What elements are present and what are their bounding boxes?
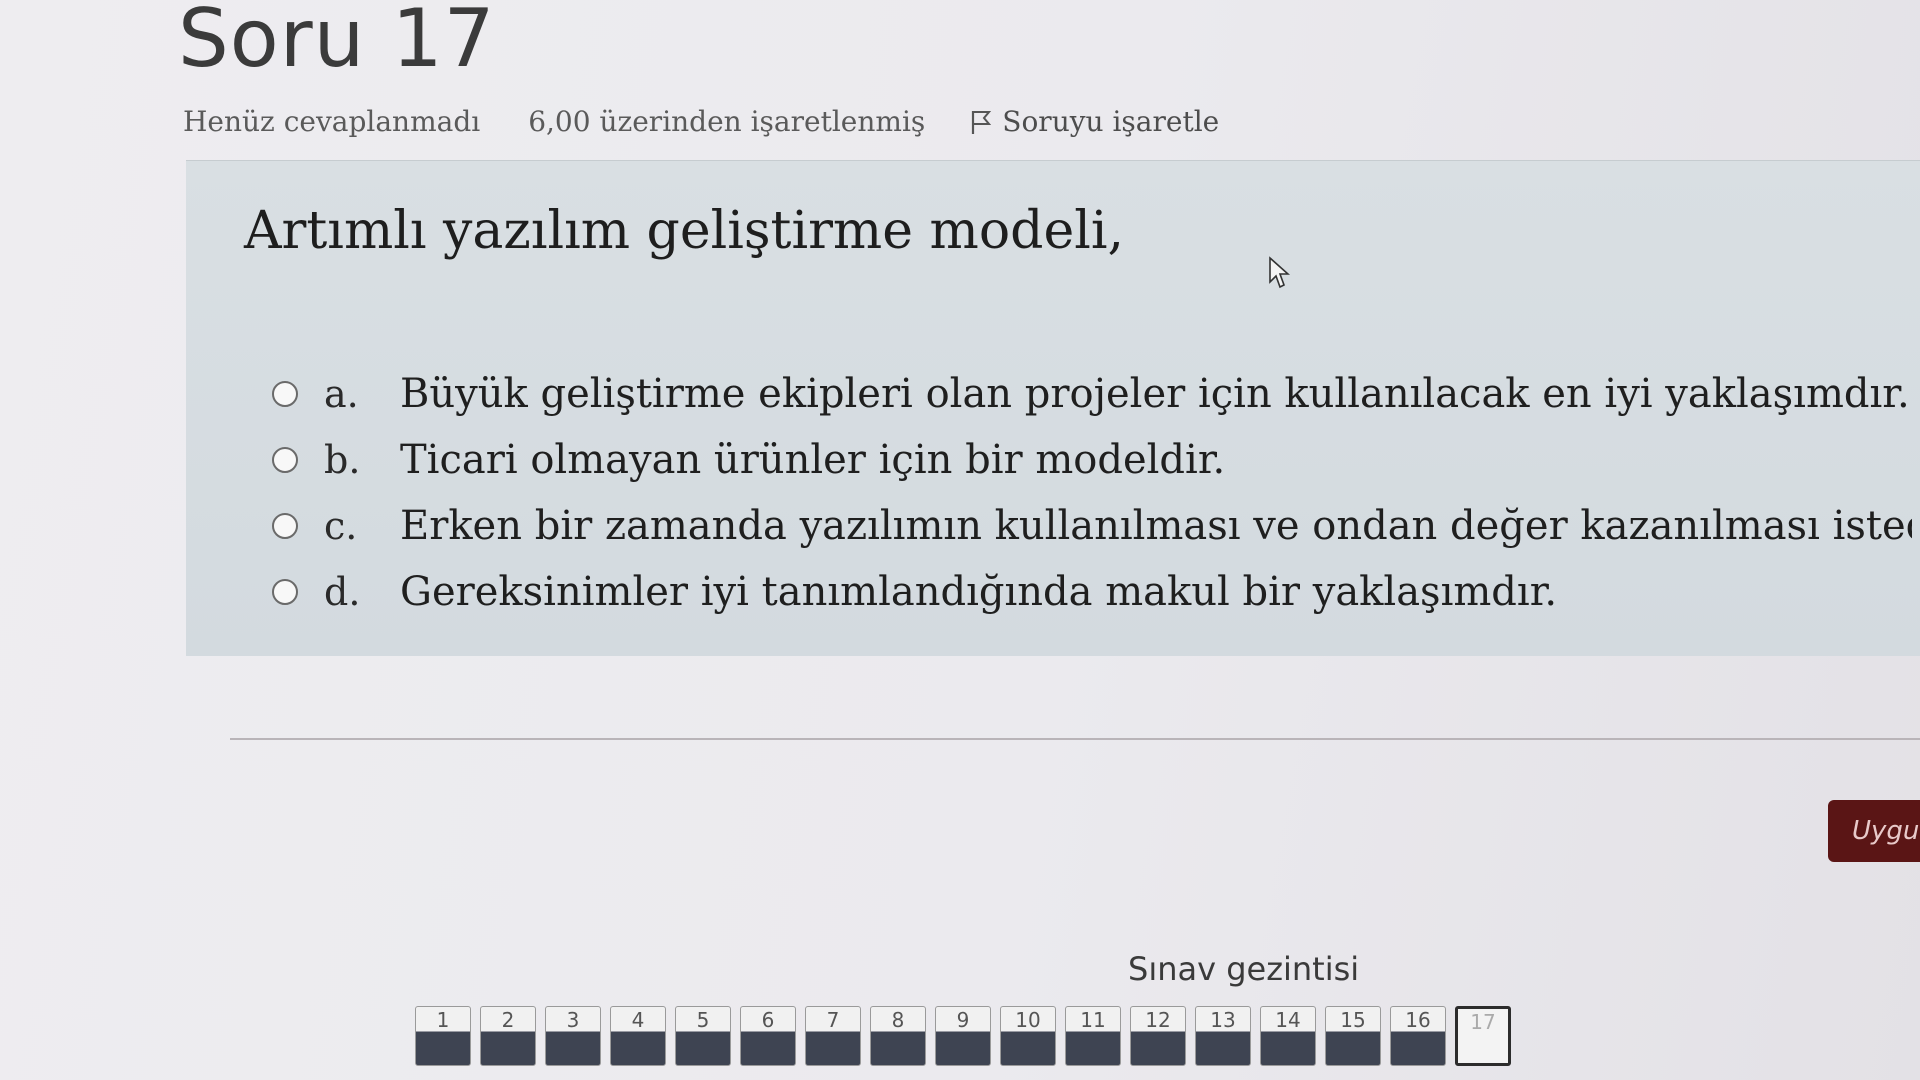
nav-question-button[interactable]: 6 [740,1006,796,1066]
answer-option-d[interactable]: d. Gereksinimler iyi tanımlandığında mak… [272,559,1912,625]
answer-option-b[interactable]: b. Ticari olmayan ürünler için bir model… [272,427,1912,493]
answer-text-d[interactable]: Gereksinimler iyi tanımlandığında makul … [400,569,1557,615]
answer-letter-c: c. [324,504,358,548]
answer-option-c[interactable]: c. Erken bir zamanda yazılımın kullanılm… [272,493,1912,559]
nav-question-button[interactable]: 5 [675,1006,731,1066]
nav-question-button[interactable]: 7 [805,1006,861,1066]
answer-letter-b: b. [324,438,361,482]
nav-question-button-current[interactable]: 17 [1455,1006,1511,1066]
question-number-title: Soru 17 [178,0,496,85]
nav-question-button[interactable]: 8 [870,1006,926,1066]
nav-question-button[interactable]: 11 [1065,1006,1121,1066]
flag-question-link[interactable]: Soruyu işaretle [970,105,1219,138]
nav-question-button[interactable]: 4 [610,1006,666,1066]
answer-letter-d: d. [324,570,361,614]
question-content-box: Artımlı yazılım geliştirme modeli, a. Bü… [186,160,1920,656]
nav-question-button[interactable]: 2 [480,1006,536,1066]
quiz-page: Soru 17 Henüz cevaplanmadı 6,00 üzerinde… [0,0,1920,1080]
answer-text-a[interactable]: Büyük geliştirme ekipleri olan projeler … [400,371,1910,417]
question-marks: 6,00 üzerinden işaretlenmiş [528,105,926,138]
quiz-navigation-title: Sınav gezintisi [1128,950,1360,988]
answer-letter-a: a. [324,372,359,416]
section-divider [230,738,1920,740]
question-info-bar: Henüz cevaplanmadı 6,00 üzerinden işaret… [183,105,1219,138]
nav-question-button[interactable]: 13 [1195,1006,1251,1066]
nav-question-button[interactable]: 14 [1260,1006,1316,1066]
nav-question-button[interactable]: 10 [1000,1006,1056,1066]
nav-question-button[interactable]: 12 [1130,1006,1186,1066]
radio-button-d[interactable] [272,579,298,605]
answer-status: Henüz cevaplanmadı [183,105,481,138]
answer-text-b[interactable]: Ticari olmayan ürünler için bir modeldir… [400,437,1225,483]
quiz-navigation-grid: 1 2 3 4 5 6 7 8 9 10 11 12 13 14 15 16 1… [415,1006,1520,1066]
radio-button-b[interactable] [272,447,298,473]
nav-question-button[interactable]: 9 [935,1006,991,1066]
nav-question-button[interactable]: 15 [1325,1006,1381,1066]
radio-button-c[interactable] [272,513,298,539]
answer-options: a. Büyük geliştirme ekipleri olan projel… [272,361,1912,625]
answer-option-a[interactable]: a. Büyük geliştirme ekipleri olan projel… [272,361,1912,427]
flag-question-label: Soruyu işaretle [1002,105,1220,138]
nav-question-button[interactable]: 3 [545,1006,601,1066]
radio-button-a[interactable] [272,381,298,407]
nav-question-button[interactable]: 16 [1390,1006,1446,1066]
apply-button[interactable]: Uygul [1828,800,1920,862]
nav-question-button[interactable]: 1 [415,1006,471,1066]
answer-text-c[interactable]: Erken bir zamanda yazılımın kullanılması… [400,503,1912,549]
mouse-pointer-icon [1269,256,1290,289]
flag-icon [972,110,992,134]
question-text: Artımlı yazılım geliştirme modeli, [244,201,1125,261]
